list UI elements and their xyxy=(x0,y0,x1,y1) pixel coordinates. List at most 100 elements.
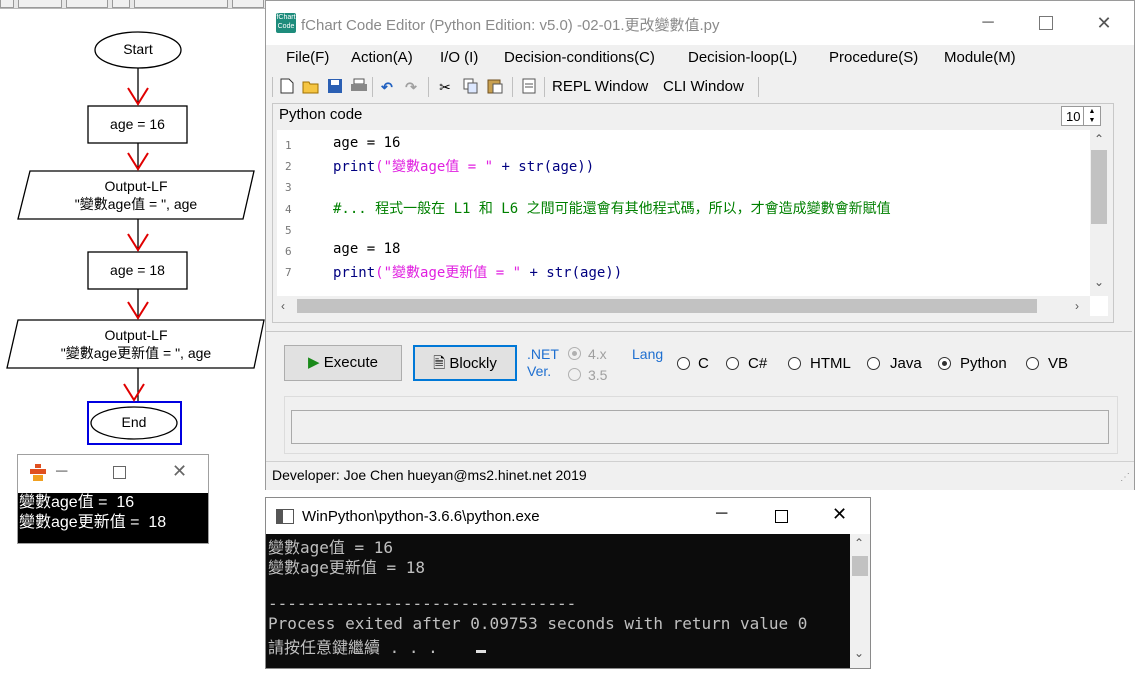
lang-python-radio[interactable] xyxy=(938,357,951,370)
lang-java-radio[interactable] xyxy=(867,357,880,370)
status-bar: Developer: Joe Chen hueyan@ms2.hinet.net… xyxy=(266,461,1134,490)
menu-module[interactable]: Module(M) xyxy=(944,49,1016,66)
scroll-left-icon[interactable]: ‹ xyxy=(281,299,285,313)
paste-icon[interactable] xyxy=(486,78,504,96)
console-output: 變數age值 = 16 變數age更新值 = 18 --------------… xyxy=(266,534,850,668)
line-number-gutter: 1 2 3 4 5 6 7 xyxy=(277,130,311,290)
close-button[interactable]: ✕ xyxy=(172,461,187,482)
execution-panel: ▶ Execute 🗎 Blockly .NET Ver. 4.x 3.5 La… xyxy=(266,331,1132,460)
console-line: 請按任意鍵繼續 . . . xyxy=(268,638,448,657)
lang-c-radio[interactable] xyxy=(677,357,690,370)
menu-file[interactable]: File(F) xyxy=(286,49,329,66)
code-rest: + str(age)) xyxy=(493,159,595,175)
maximize-button[interactable] xyxy=(113,466,126,479)
print-icon[interactable] xyxy=(350,78,368,96)
code-line-1: age = 16 xyxy=(333,135,401,151)
menu-decision-loop[interactable]: Decision-loop(L) xyxy=(688,49,797,66)
flowchart-output2-expr: "變數age更新值 = ", age xyxy=(60,345,212,361)
code-line-2: print("變數age值 = " + str(age)) xyxy=(333,156,594,176)
flowchart-output-window: ─ ✕ 變數age值 = 16 變數age更新值 = 18 xyxy=(17,454,209,544)
code-vertical-scrollbar[interactable]: ⌃ ⌄ xyxy=(1090,130,1108,296)
maximize-button[interactable] xyxy=(1034,11,1058,35)
menu-io[interactable]: I/O (I) xyxy=(440,49,478,66)
blockly-button[interactable]: 🗎 Blockly xyxy=(413,345,517,381)
repl-window-button[interactable]: REPL Window xyxy=(552,78,648,95)
open-folder-icon[interactable] xyxy=(302,78,320,96)
lang-python-label: Python xyxy=(960,355,1007,372)
print-preview-icon[interactable] xyxy=(520,78,538,96)
code-line-6: age = 18 xyxy=(333,241,401,257)
lang-html-label: HTML xyxy=(810,355,851,372)
scrollbar-thumb[interactable] xyxy=(852,556,868,576)
minimize-button[interactable]: ─ xyxy=(716,505,727,523)
copy-icon[interactable] xyxy=(462,78,480,96)
close-button[interactable]: ✕ xyxy=(832,504,847,525)
output-textbox[interactable] xyxy=(291,410,1109,444)
resize-grip-icon[interactable]: ⋰ xyxy=(1120,472,1130,483)
blockly-label: Blockly xyxy=(449,355,497,372)
lang-html-radio[interactable] xyxy=(788,357,801,370)
scroll-up-icon[interactable]: ⌃ xyxy=(1094,132,1104,146)
lang-java-label: Java xyxy=(890,355,922,372)
lang-csharp-label: C# xyxy=(748,355,768,372)
editor-titlebar: fChart Code fChart Code Editor (Python E… xyxy=(266,1,1134,45)
execute-button[interactable]: ▶ Execute xyxy=(284,345,402,381)
console-line: 變數age更新值 = 18 xyxy=(268,558,426,577)
scroll-down-icon[interactable]: ⌄ xyxy=(854,646,864,660)
lang-vb-label: VB xyxy=(1048,355,1069,372)
undo-icon[interactable]: ↶ xyxy=(378,78,396,96)
menu-decision-conditions[interactable]: Decision-conditions(C) xyxy=(504,49,655,66)
scrollbar-thumb[interactable] xyxy=(297,299,1037,313)
line-number: 5 xyxy=(285,224,292,237)
cli-window-button[interactable]: CLI Window xyxy=(663,78,744,95)
save-icon[interactable] xyxy=(326,78,344,96)
line-number: 6 xyxy=(285,245,292,258)
minimize-button[interactable]: ─ xyxy=(56,463,67,481)
editor-title: fChart Code Editor (Python Edition: v5.0… xyxy=(301,17,720,34)
net-35-radio[interactable] xyxy=(568,368,581,381)
flowchart-output1-title: Output-LF xyxy=(104,178,168,194)
menu-procedure[interactable]: Procedure(S) xyxy=(829,49,918,66)
minimize-button[interactable]: ─ xyxy=(976,11,1000,35)
code-horizontal-scrollbar[interactable]: ‹ › xyxy=(277,296,1090,316)
maximize-button[interactable] xyxy=(775,510,788,523)
fchart-editor-window: fChart Code fChart Code Editor (Python E… xyxy=(265,0,1135,490)
python-code-panel: Python code 10 ▲ ▼ 1 2 3 4 5 6 7 age = 16… xyxy=(272,103,1114,323)
redo-icon[interactable]: ↷ xyxy=(402,78,420,96)
lang-label: Lang xyxy=(632,346,664,362)
flowchart-end-label: End xyxy=(121,414,147,430)
cut-icon[interactable]: ✂ xyxy=(436,78,454,96)
net-label: .NET xyxy=(527,346,559,362)
close-button[interactable]: ✕ xyxy=(1092,11,1116,35)
menu-action[interactable]: Action(A) xyxy=(351,49,413,66)
flowchart-step2-label: age = 18 xyxy=(110,262,165,278)
new-file-icon[interactable] xyxy=(278,78,296,96)
code-editor[interactable]: 1 2 3 4 5 6 7 age = 16 print("變數age值 = "… xyxy=(277,130,1108,316)
code-keyword: print xyxy=(333,265,376,281)
lang-vb-radio[interactable] xyxy=(1026,357,1039,370)
console-scrollbar[interactable]: ⌃ ⌄ xyxy=(850,534,870,668)
code-line-4-comment: #... 程式一般在 L1 和 L6 之間可能還會有其他程式碼，所以，才會造成變… xyxy=(333,201,891,217)
scroll-right-icon[interactable]: › xyxy=(1075,299,1079,313)
console-line: 變數age值 = 16 xyxy=(19,494,135,511)
menubar: File(F) Action(A) I/O (I) Decision-condi… xyxy=(266,45,1134,71)
lang-csharp-radio[interactable] xyxy=(726,357,739,370)
net-4x-label: 4.x xyxy=(588,346,607,362)
font-size-spinner[interactable]: 10 ▲ ▼ xyxy=(1061,106,1101,126)
console-line: 變數age更新值 = 18 xyxy=(19,514,167,531)
flowchart-canvas xyxy=(6,31,265,445)
scroll-down-icon[interactable]: ⌄ xyxy=(1094,275,1104,289)
code-string: ("變數age更新值 = " xyxy=(375,265,522,281)
python-code-label: Python code xyxy=(279,106,363,123)
scroll-up-icon[interactable]: ⌃ xyxy=(854,536,864,550)
line-number: 2 xyxy=(285,160,292,173)
flowchart-output1-expr: "變數age值 = ", age xyxy=(74,196,198,212)
line-number: 7 xyxy=(285,266,292,279)
net-4x-radio[interactable] xyxy=(568,347,581,360)
developer-status: Developer: Joe Chen hueyan@ms2.hinet.net… xyxy=(272,467,587,483)
scrollbar-thumb[interactable] xyxy=(1091,150,1107,224)
toolbar: ↶ ↷ ✂ REPL Window CLI Window xyxy=(272,73,812,101)
spinner-arrows-icon[interactable]: ▲ ▼ xyxy=(1083,107,1100,125)
execute-label: Execute xyxy=(323,354,378,371)
code-line-7: print("變數age更新值 = " + str(age)) xyxy=(333,262,622,282)
